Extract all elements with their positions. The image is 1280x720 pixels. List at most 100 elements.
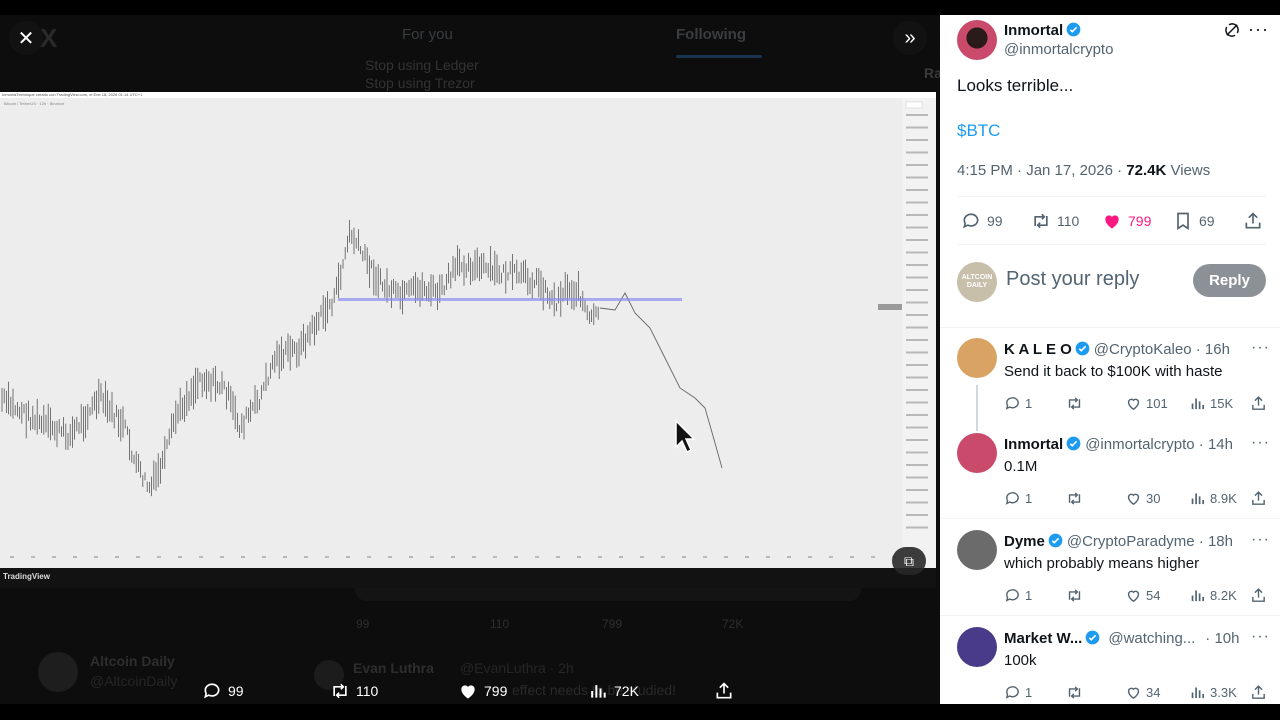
media-like-button[interactable]: 799 xyxy=(458,679,507,703)
reply-author-name[interactable]: Market W... xyxy=(1004,630,1082,647)
reply-avatar[interactable] xyxy=(957,433,997,473)
verified-icon xyxy=(1066,22,1081,37)
price-tick xyxy=(906,126,928,129)
chart-meta: InmortalTechnique creado con TradingView… xyxy=(2,92,143,97)
chart-image[interactable]: InmortalTechnique creado con TradingView… xyxy=(0,92,936,568)
reply-reply-count: 1 xyxy=(1025,491,1033,506)
like-button[interactable]: 799 xyxy=(1102,211,1151,231)
media-views-button[interactable]: 72K xyxy=(588,679,639,703)
reply-author-name[interactable]: Inmortal xyxy=(1004,436,1063,453)
reply-input[interactable]: Post your reply xyxy=(1006,268,1139,291)
bookmark-button[interactable]: 69 xyxy=(1173,211,1215,231)
expand-panel-button[interactable]: » xyxy=(893,21,927,55)
more-options-icon[interactable]: ··· xyxy=(1248,19,1269,40)
image-lens-button[interactable]: ⧉ xyxy=(892,547,926,575)
grok-icon[interactable] xyxy=(1223,21,1241,39)
time-tick xyxy=(136,556,140,558)
feed-author-name: Altcoin Daily xyxy=(90,653,175,669)
time-tick xyxy=(871,556,875,558)
time-tick xyxy=(73,556,77,558)
reply-like-button[interactable]: 30 xyxy=(1125,490,1160,507)
close-button[interactable]: ✕ xyxy=(9,21,43,55)
time-tick xyxy=(724,556,728,558)
price-tick xyxy=(906,251,928,254)
time-tick xyxy=(283,556,287,558)
reply-share-button[interactable] xyxy=(1250,587,1267,604)
reply-views-button[interactable]: 15K xyxy=(1189,395,1233,412)
reply-icon xyxy=(1005,686,1019,699)
reply-author-name[interactable]: K A L E O xyxy=(1004,341,1072,358)
repost-button[interactable]: 110 xyxy=(1031,211,1079,231)
reply-submit-button[interactable]: Reply xyxy=(1193,264,1266,297)
reply-avatar[interactable] xyxy=(957,338,997,378)
reply-like-button[interactable]: 101 xyxy=(1125,395,1168,412)
reply-avatar[interactable] xyxy=(957,627,997,667)
share-button[interactable] xyxy=(1243,211,1263,231)
feed-fragment: Ra xyxy=(924,65,940,81)
reply-repost-button[interactable] xyxy=(1066,587,1083,604)
reply-views-button[interactable]: 3.3K xyxy=(1189,684,1237,701)
views-icon xyxy=(1191,398,1205,410)
media-viewer: X For you Following Stop using Ledger St… xyxy=(0,15,940,704)
reply-views-button[interactable]: 8.9K xyxy=(1189,490,1237,507)
reply-reply-button[interactable]: 1 xyxy=(1004,490,1032,507)
reply-author-handle[interactable]: @watching... xyxy=(1108,630,1195,647)
reply-views-count: 8.2K xyxy=(1210,588,1237,603)
reply-header: K A L E O @CryptoKaleo · 16h xyxy=(1004,341,1230,358)
media-reply-button[interactable]: 99 xyxy=(202,679,244,703)
reply-reply-button[interactable]: 1 xyxy=(1004,684,1032,701)
time-tick xyxy=(241,556,245,558)
reply-text: which probably means higher xyxy=(1004,555,1200,572)
price-tick xyxy=(906,164,928,166)
tweet-timestamp[interactable]: 4:15 PM · Jan 17, 2026 · 72.4K Views xyxy=(957,162,1210,179)
time-tick xyxy=(745,556,749,558)
price-tick xyxy=(906,389,928,391)
reply-share-button[interactable] xyxy=(1250,490,1267,507)
author-avatar[interactable] xyxy=(957,20,997,60)
reply-reply-button[interactable]: 1 xyxy=(1004,587,1032,604)
media-repost-button[interactable]: 110 xyxy=(330,679,378,703)
reply-views-count: 15K xyxy=(1210,396,1234,411)
price-tick xyxy=(906,326,928,329)
reply-repost-button[interactable] xyxy=(1066,684,1083,701)
time-tick xyxy=(220,556,224,558)
reply-more-options-icon[interactable]: ··· xyxy=(1251,628,1270,646)
reply-button[interactable]: 99 xyxy=(961,211,1003,231)
reply-repost-button[interactable] xyxy=(1066,490,1083,507)
author-handle[interactable]: @inmortalcrypto xyxy=(1004,41,1113,58)
time-tick xyxy=(262,556,266,558)
reply-reply-count: 1 xyxy=(1025,685,1033,700)
time-tick xyxy=(514,556,518,558)
reply-author-handle[interactable]: @CryptoKaleo · 16h xyxy=(1094,341,1230,358)
reply-repost-button[interactable] xyxy=(1066,395,1083,412)
reply-views-button[interactable]: 8.2K xyxy=(1189,587,1237,604)
reply-share-button[interactable] xyxy=(1250,684,1267,701)
reply-views-count: 3.3K xyxy=(1210,685,1237,700)
time-tick xyxy=(661,556,665,558)
reply-more-options-icon[interactable]: ··· xyxy=(1251,339,1270,357)
price-tick xyxy=(906,276,928,279)
divider xyxy=(957,244,1266,245)
tweet-time-text: 4:15 PM · Jan 17, 2026 · xyxy=(957,162,1127,179)
reply-reply-button[interactable]: 1 xyxy=(1004,395,1032,412)
reply-share-button[interactable] xyxy=(1250,395,1267,412)
reply-more-options-icon[interactable]: ··· xyxy=(1251,434,1270,452)
time-tick xyxy=(10,556,14,558)
reply-author-handle[interactable]: @CryptoParadyme · 18h xyxy=(1067,533,1233,550)
author-name: Inmortal xyxy=(1004,22,1064,39)
reply-author-name[interactable]: Dyme xyxy=(1004,533,1045,550)
price-tick xyxy=(906,501,928,504)
reply-avatar[interactable] xyxy=(957,530,997,570)
time-tick xyxy=(556,556,560,558)
media-share-button[interactable] xyxy=(714,679,734,703)
views-icon xyxy=(591,685,606,698)
reply-like-button[interactable]: 34 xyxy=(1125,684,1160,701)
reply-like-button[interactable]: 54 xyxy=(1125,587,1160,604)
reply-author-handle[interactable]: @inmortalcrypto · 14h xyxy=(1085,436,1233,453)
divider xyxy=(940,327,1280,328)
reply-more-options-icon[interactable]: ··· xyxy=(1251,531,1270,549)
feed-media-edge xyxy=(355,587,861,601)
tab-for-you: For you xyxy=(402,26,453,43)
author-name-row[interactable]: Inmortal xyxy=(1004,22,1081,39)
tweet-cashtag[interactable]: $BTC xyxy=(957,121,1000,141)
